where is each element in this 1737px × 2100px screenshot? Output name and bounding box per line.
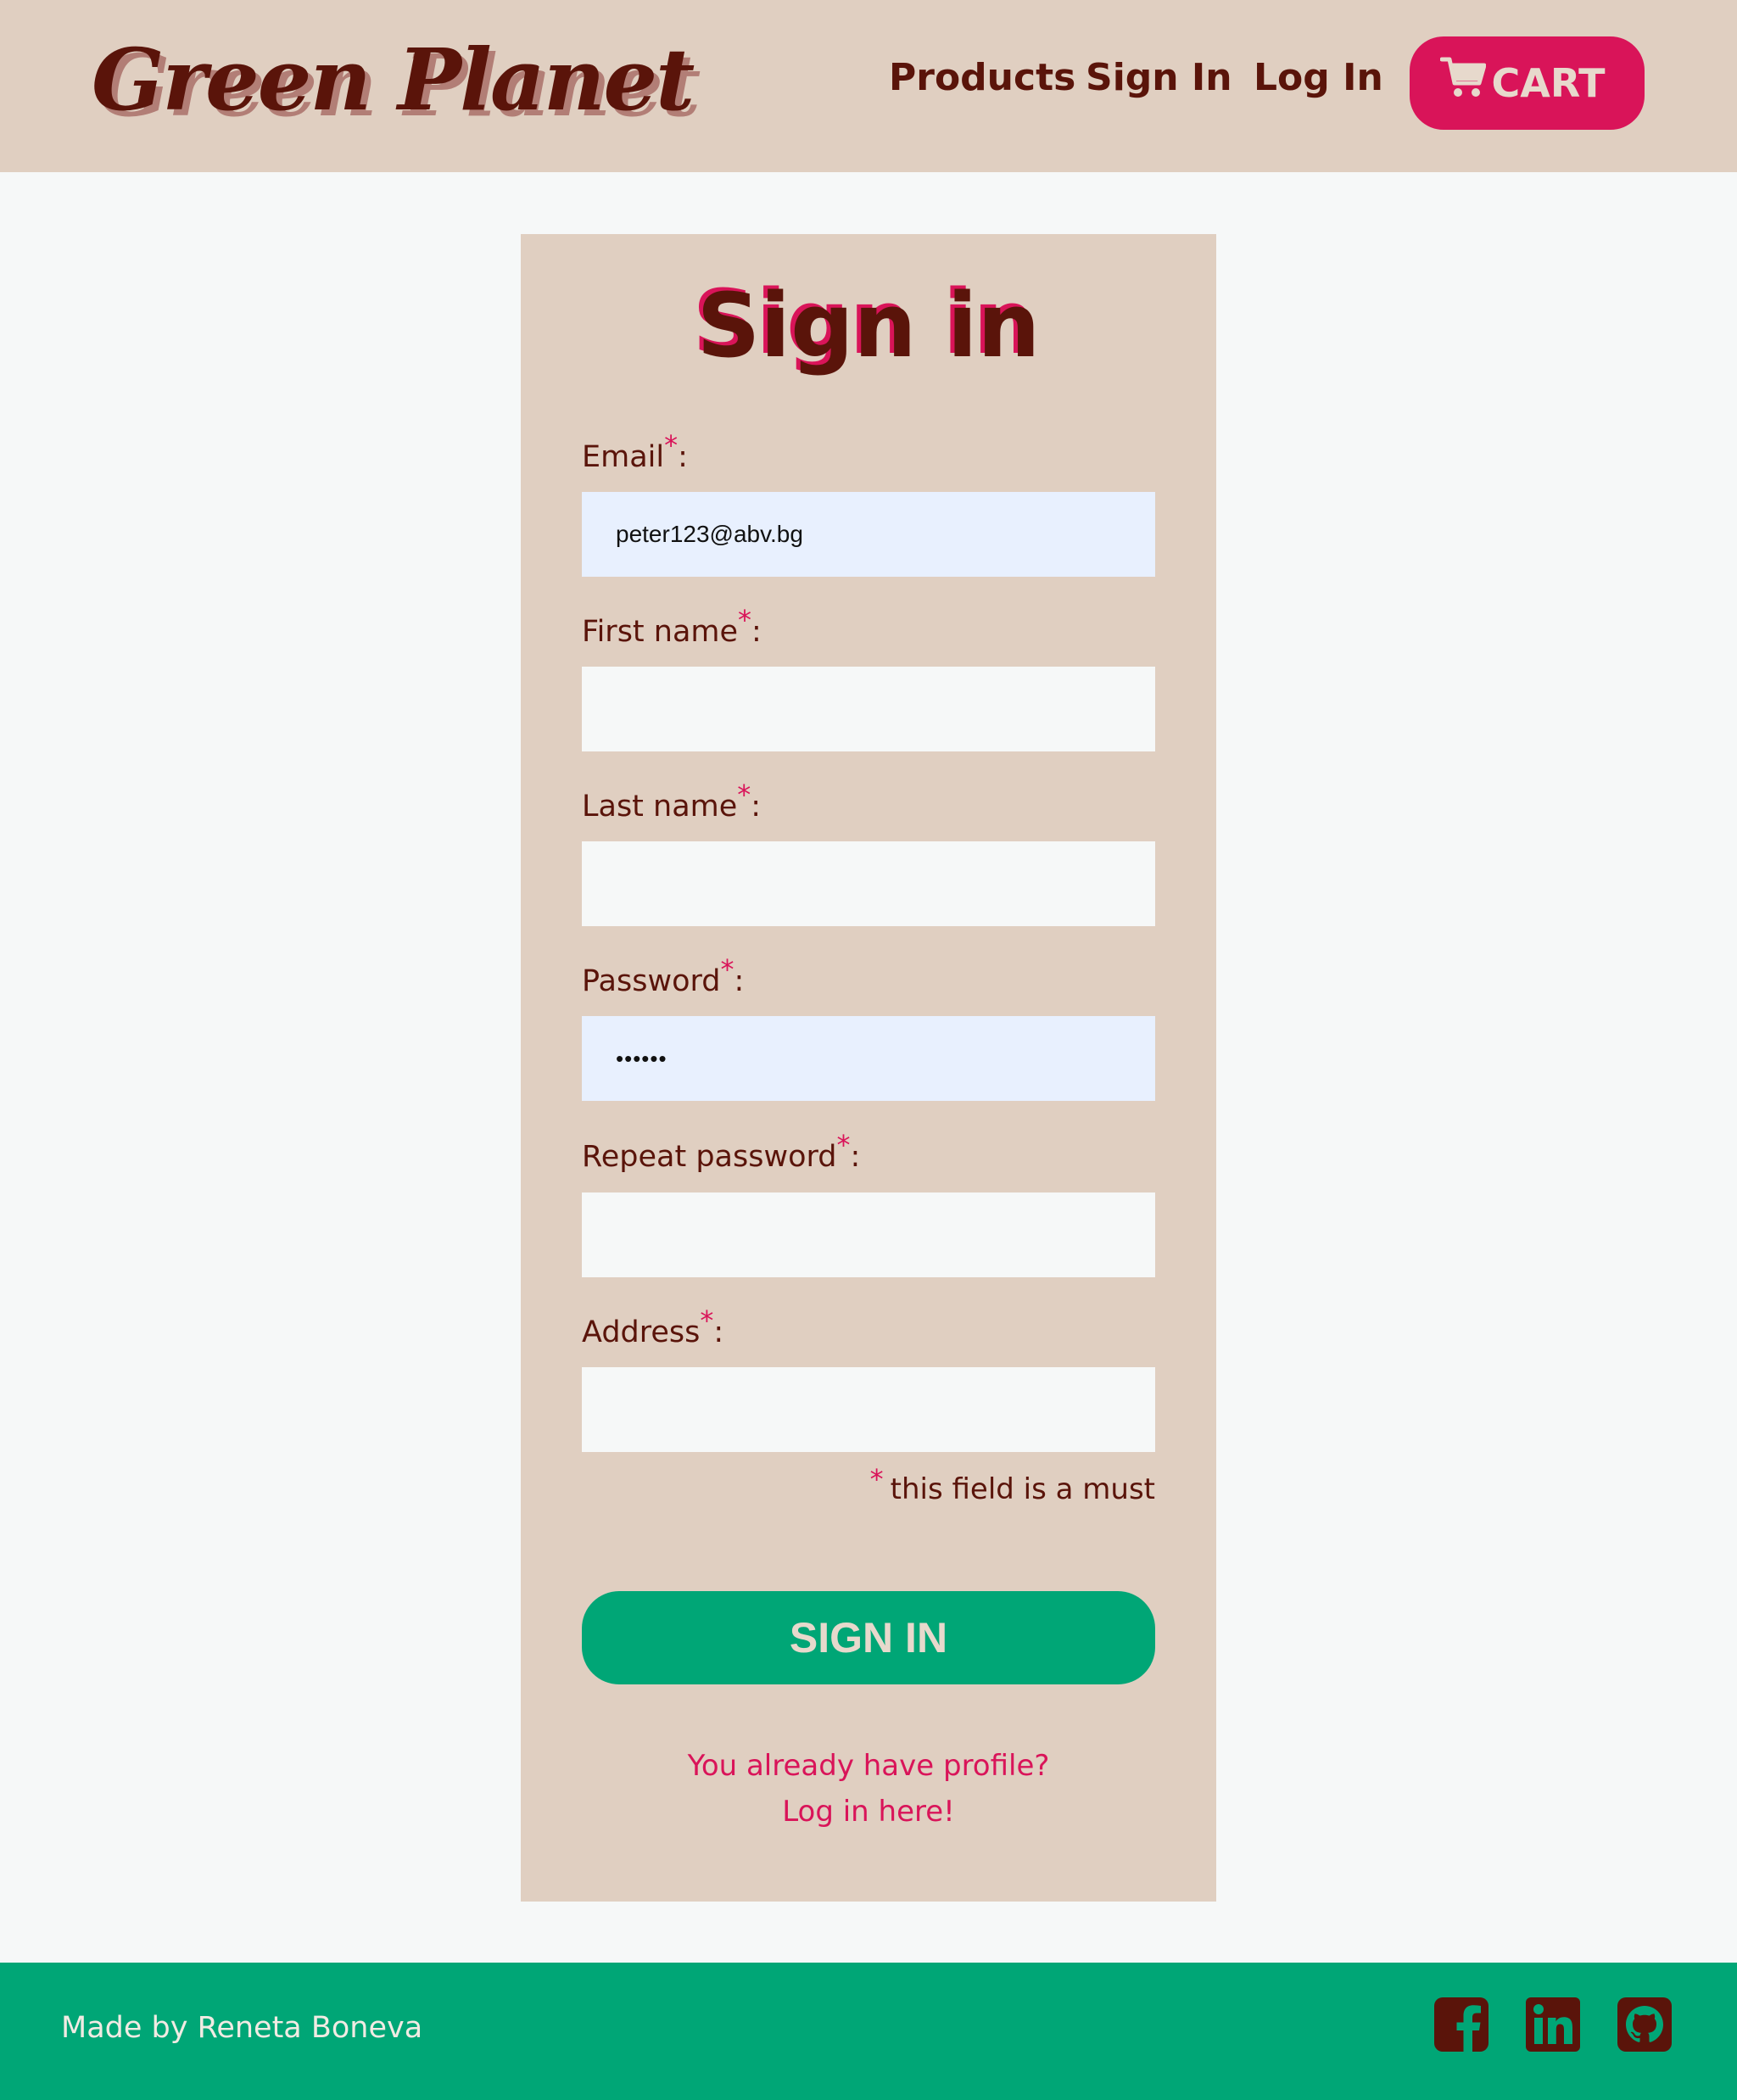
form-title: Sign in xyxy=(696,274,1041,377)
repeat-password-label: Repeat password*: xyxy=(582,1129,861,1174)
repeat-password-field[interactable] xyxy=(582,1192,1155,1277)
email-field[interactable] xyxy=(582,492,1155,577)
github-icon[interactable] xyxy=(1617,1997,1673,2053)
facebook-icon[interactable] xyxy=(1433,1997,1489,2053)
address-label: Address*: xyxy=(582,1304,724,1349)
email-label: Email*: xyxy=(582,429,688,474)
required-star: * xyxy=(720,953,734,986)
required-star: * xyxy=(869,1463,884,1495)
site-header: Green Planet Products Sign In Log In CAR… xyxy=(0,0,1737,172)
sign-in-submit-button[interactable]: SIGN IN xyxy=(582,1591,1155,1684)
required-star: * xyxy=(700,1304,714,1337)
nav-sign-in-link[interactable]: Sign In xyxy=(1086,56,1232,101)
cart-label: CART xyxy=(1491,60,1606,106)
required-star: * xyxy=(836,1129,851,1161)
sign-in-form-card: Sign in Email*: First name*: Last name*:… xyxy=(521,234,1216,1902)
password-label: Password*: xyxy=(582,953,745,998)
first-name-label: First name*: xyxy=(582,604,762,649)
required-star: * xyxy=(737,779,751,811)
cart-button[interactable]: CART xyxy=(1410,36,1645,130)
required-star: * xyxy=(664,429,679,461)
login-here-link[interactable]: Log in here! xyxy=(521,1795,1216,1829)
nav-products-link[interactable]: Products xyxy=(889,56,1075,101)
last-name-label: Last name*: xyxy=(582,779,762,824)
first-name-field[interactable] xyxy=(582,667,1155,751)
required-field-note: * this field is a must xyxy=(869,1463,1155,1506)
password-field[interactable] xyxy=(582,1016,1155,1101)
site-logo[interactable]: Green Planet xyxy=(92,29,695,131)
site-footer: Made by Reneta Boneva xyxy=(0,1963,1737,2100)
footer-credit: Made by Reneta Boneva xyxy=(61,2011,423,2045)
address-field[interactable] xyxy=(582,1367,1155,1452)
last-name-field[interactable] xyxy=(582,841,1155,926)
login-prompt-text[interactable]: You already have profile? xyxy=(521,1749,1216,1784)
linkedin-icon[interactable] xyxy=(1525,1997,1581,2053)
required-star: * xyxy=(738,604,752,636)
nav-log-in-link[interactable]: Log In xyxy=(1254,56,1383,101)
shopping-cart-icon xyxy=(1440,57,1487,98)
